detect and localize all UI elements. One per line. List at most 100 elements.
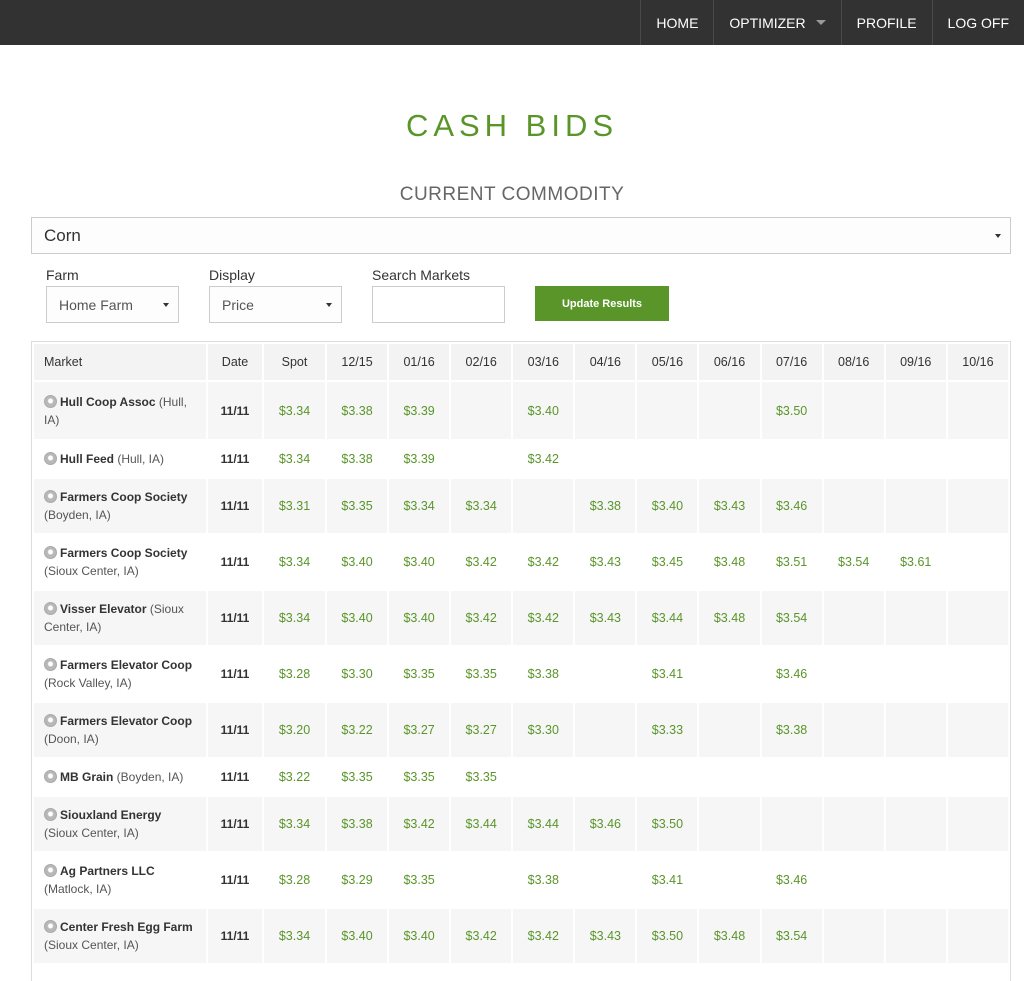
market-cell[interactable]: Ag Partners LLC (Matlock, IA) [34,853,206,907]
market-cell[interactable] [34,965,206,981]
date-cell: 11/11 [208,647,262,701]
nav-profile[interactable]: PROFILE [840,0,932,45]
commodity-select[interactable]: Corn [31,217,1011,254]
search-markets-input[interactable] [372,286,505,323]
column-header[interactable]: Market [34,344,206,380]
column-header[interactable]: 09/16 [885,344,946,380]
price-cell: $3.42 [513,909,574,963]
market-info-icon[interactable] [44,714,57,727]
price-cell [885,759,946,795]
market-info-icon[interactable] [44,602,57,615]
market-cell[interactable]: Farmers Elevator Coop (Rock Valley, IA) [34,647,206,701]
market-info-icon[interactable] [44,546,57,559]
price-cell: $3.54 [761,591,822,645]
market-info-icon[interactable] [44,490,57,503]
column-header[interactable]: 08/16 [823,344,884,380]
column-header[interactable]: 10/16 [947,344,1008,380]
price-cell: $3.46 [761,647,822,701]
update-results-button[interactable]: Update Results [535,286,669,321]
farm-value: Home Farm [59,296,133,313]
price-cell: $3.38 [327,441,388,477]
column-header[interactable]: 01/16 [389,344,450,380]
price-cell: $3.50 [637,909,698,963]
price-cell: $3.42 [389,797,450,851]
price-cell: $3.51 [761,535,822,589]
price-cell [823,703,884,757]
price-cell: $3.48 [699,909,760,963]
price-cell: $3.38 [513,853,574,907]
price-cell [947,647,1008,701]
price-cell: $3.48 [699,591,760,645]
market-location: (Sioux Center, IA) [44,938,139,952]
price-cell [823,591,884,645]
price-cell [575,441,636,477]
column-header[interactable]: 06/16 [699,344,760,380]
price-cell: $3.34 [264,591,325,645]
column-header[interactable]: 04/16 [575,344,636,380]
price-cell [947,909,1008,963]
price-cell [947,535,1008,589]
price-cell: $3.43 [575,591,636,645]
price-cell: $3.40 [327,909,388,963]
price-cell: $3.42 [451,591,512,645]
market-cell[interactable]: MB Grain (Boyden, IA) [34,759,206,795]
nav-home[interactable]: HOME [640,0,713,45]
market-cell[interactable]: Siouxland Energy (Sioux Center, IA) [34,797,206,851]
price-cell [823,382,884,439]
top-navbar: HOME OPTIMIZER PROFILE LOG OFF [0,0,1024,45]
market-location: (Boyden, IA) [44,508,111,522]
market-info-icon[interactable] [44,394,57,408]
display-select[interactable]: Price [209,286,342,323]
column-header[interactable]: Spot [264,344,325,380]
farm-label: Farm [46,267,79,283]
price-cell: $3.40 [327,591,388,645]
market-info-icon[interactable] [44,452,57,465]
market-info-icon[interactable] [44,864,57,877]
market-info-icon[interactable] [44,658,57,671]
market-name: Visser Elevator [60,602,147,616]
market-cell[interactable]: Visser Elevator (Sioux Center, IA) [34,591,206,645]
price-cell [885,909,946,963]
price-cell [947,853,1008,907]
display-value: Price [222,296,254,313]
caret-down-icon [326,302,332,307]
market-cell[interactable]: Hull Feed (Hull, IA) [34,441,206,477]
nav-optimizer[interactable]: OPTIMIZER [713,0,840,45]
market-cell[interactable]: Farmers Elevator Coop (Doon, IA) [34,703,206,757]
market-info-icon[interactable] [44,808,57,821]
page-title: CASH BIDS [405,108,619,143]
table-row: Farmers Coop Society (Sioux Center, IA) 1… [34,535,1008,589]
market-cell[interactable]: Farmers Coop Society (Boyden, IA) [34,479,206,533]
farm-select[interactable]: Home Farm [46,286,179,323]
price-cell [389,965,450,981]
page-subtitle: CURRENT COMMODITY [399,184,625,205]
price-cell [699,965,760,981]
column-header[interactable]: 05/16 [637,344,698,380]
nav-logoff-label: LOG OFF [947,14,1009,31]
market-cell[interactable]: Farmers Coop Society (Sioux Center, IA) [34,535,206,589]
price-cell: $3.38 [513,647,574,701]
market-info-icon[interactable] [44,920,57,933]
price-cell: $3.40 [327,535,388,589]
price-cell: $3.50 [637,797,698,851]
caret-down-icon [163,302,169,307]
price-cell [947,591,1008,645]
column-header[interactable]: 03/16 [513,344,574,380]
market-cell[interactable]: Hull Coop Assoc (Hull, IA) [34,382,206,439]
price-cell: $3.30 [513,703,574,757]
price-cell [885,479,946,533]
column-header[interactable]: 12/15 [327,344,388,380]
column-header[interactable]: 07/16 [761,344,822,380]
column-header[interactable]: 02/16 [451,344,512,380]
price-cell: $3.43 [699,479,760,533]
nav-logoff[interactable]: LOG OFF [931,0,1024,45]
price-cell: $3.41 [637,647,698,701]
date-cell: 11/11 [208,441,262,477]
column-header[interactable]: Date [208,344,262,380]
market-cell[interactable]: Center Fresh Egg Farm (Sioux Center, IA) [34,909,206,963]
price-cell [699,382,760,439]
market-info-icon[interactable] [44,770,57,783]
price-cell [513,965,574,981]
price-cell [885,647,946,701]
caret-down-icon [815,20,826,25]
